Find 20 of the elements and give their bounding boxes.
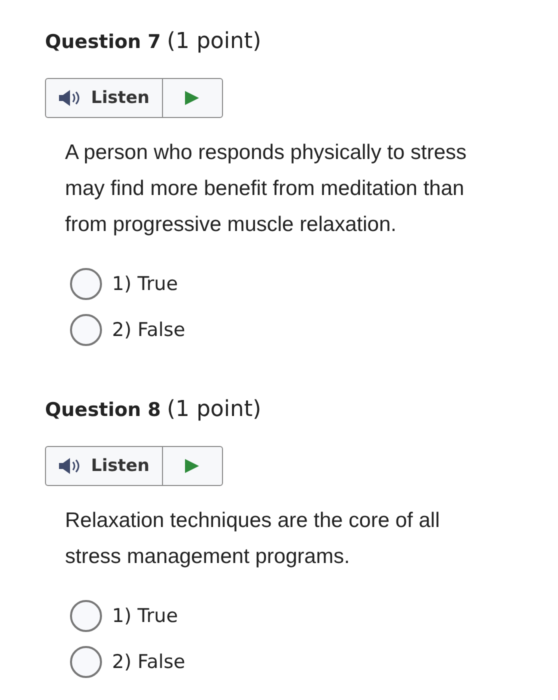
question-title: Question 8 <box>45 398 161 423</box>
radio-button[interactable] <box>70 314 102 346</box>
option-label[interactable]: 1) True <box>112 273 178 295</box>
listen-button[interactable]: Listen <box>46 79 163 117</box>
radio-button[interactable] <box>70 646 102 678</box>
question-title: Question 7 <box>45 30 161 55</box>
radio-button[interactable] <box>70 268 102 300</box>
option-label[interactable]: 2) False <box>112 651 186 673</box>
question-points: (1 point) <box>166 396 262 424</box>
play-icon <box>184 90 200 106</box>
option-label[interactable]: 1) True <box>112 605 178 627</box>
option-label[interactable]: 2) False <box>112 319 186 341</box>
question-points: (1 point) <box>166 28 262 56</box>
question-text: A person who responds physically to stress may find more benefit from meditation than from progressive muscle relaxation. <box>65 140 468 238</box>
listen-button[interactable]: Listen <box>46 447 163 485</box>
speaker-icon <box>58 457 82 475</box>
radio-button[interactable] <box>70 600 102 632</box>
speaker-icon <box>58 89 82 107</box>
play-icon <box>184 458 200 474</box>
question-text: Relaxation techniques are the core of all stress management programs. <box>65 508 441 570</box>
